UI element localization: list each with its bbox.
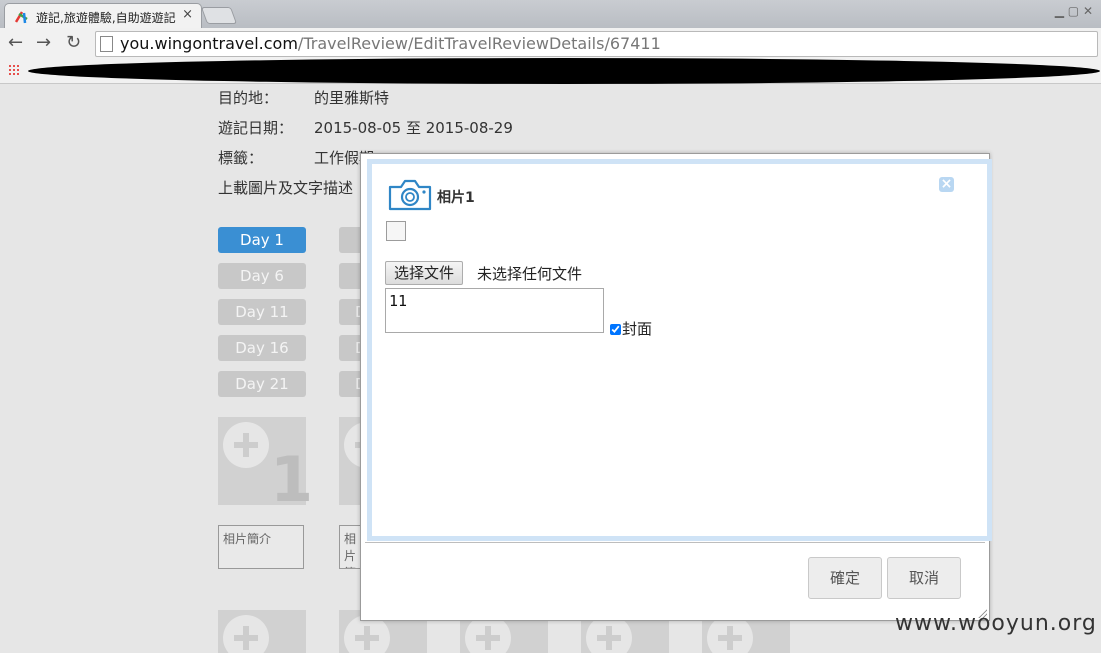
upload-label: 上載圖片及文字描述 — [218, 179, 354, 197]
browser-tab-title: 遊記,旅遊體驗,自助遊遊記 — [36, 11, 176, 25]
url-text: you.wingontravel.com/TravelReview/EditTr… — [120, 34, 661, 53]
photo-dialog: 相片1 × 选择文件 未选择任何文件 11 封面 確定 取消 — [360, 153, 992, 621]
browser-toolbar: ← → ↻ you.wingontravel.com/TravelReview/… — [0, 28, 1101, 59]
photo-number: 1 — [270, 443, 314, 516]
choose-file-button[interactable]: 选择文件 — [385, 261, 464, 285]
cover-option[interactable]: 封面 — [610, 318, 652, 339]
photo-slot-1[interactable]: 1 — [218, 417, 313, 516]
camera-icon — [388, 179, 432, 211]
file-status-text: 未选择任何文件 — [477, 265, 583, 283]
site-favicon-icon — [15, 11, 28, 24]
forward-arrow-icon[interactable]: → — [36, 32, 51, 53]
cancel-button[interactable]: 取消 — [887, 557, 961, 599]
cover-label: 封面 — [622, 320, 653, 338]
day-button-11[interactable]: Day 11 — [218, 299, 306, 325]
window-controls-icon[interactable]: ▁ ▢ ✕ — [1055, 4, 1093, 18]
photo-slot[interactable] — [218, 610, 306, 653]
photo-caption-input[interactable]: 相片簡介 — [218, 525, 304, 569]
add-photo-icon — [223, 615, 269, 653]
cover-checkbox[interactable] — [610, 324, 621, 335]
confirm-button[interactable]: 確定 — [808, 557, 882, 599]
tag-label: 標籤： — [218, 149, 264, 167]
photo-dialog-body: 相片1 × 选择文件 未选择任何文件 11 封面 — [367, 159, 992, 541]
page-icon — [100, 36, 113, 52]
destination-label: 目的地： — [218, 89, 279, 107]
photo-description-input[interactable]: 11 — [385, 288, 604, 333]
close-icon[interactable]: × — [939, 177, 954, 192]
day-button-6[interactable]: Day 6 — [218, 263, 306, 289]
date-value: 2015-08-05 至 2015-08-29 — [314, 119, 513, 137]
new-tab-button[interactable] — [200, 7, 238, 24]
browser-tab-bar: 遊記,旅遊體驗,自助遊遊記 × ▁ ▢ ✕ — [0, 0, 1101, 29]
dialog-divider — [365, 542, 985, 543]
browser-tab[interactable]: 遊記,旅遊體驗,自助遊遊記 × — [4, 3, 202, 29]
broken-image-icon — [386, 221, 406, 241]
address-bar[interactable]: you.wingontravel.com/TravelReview/EditTr… — [95, 31, 1098, 57]
back-arrow-icon[interactable]: ← — [8, 32, 23, 53]
tab-close-icon[interactable]: × — [182, 7, 193, 22]
photo-caption-input[interactable]: 相片簡介 — [339, 525, 362, 569]
photo-slot-2[interactable] — [339, 417, 390, 505]
destination-value: 的里雅斯特 — [314, 89, 390, 107]
date-label: 遊記日期： — [218, 119, 294, 137]
day-button-1[interactable]: Day 1 — [218, 227, 306, 253]
add-photo-icon — [223, 422, 269, 468]
apps-grid-icon[interactable] — [8, 64, 20, 76]
dialog-title: 相片1 — [437, 190, 475, 206]
day-button-21[interactable]: Day 21 — [218, 371, 306, 397]
redaction-bar — [28, 58, 1100, 84]
day-button-16[interactable]: Day 16 — [218, 335, 306, 361]
reload-icon[interactable]: ↻ — [66, 32, 81, 53]
watermark: www.wooyun.org — [895, 611, 1097, 636]
